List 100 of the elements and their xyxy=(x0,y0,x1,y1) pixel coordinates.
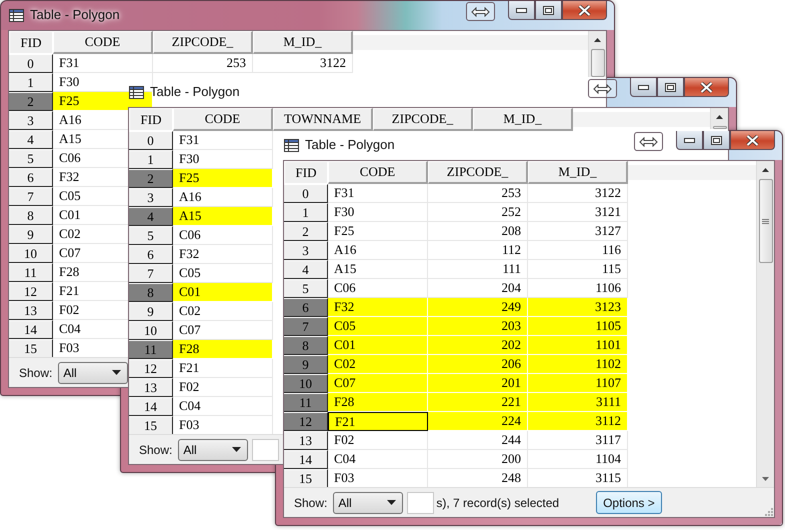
table-cell: 1104 xyxy=(528,450,628,469)
table-cell: 203 xyxy=(428,317,528,336)
column-header[interactable]: ZIPCODE_ xyxy=(373,108,473,131)
row-header[interactable]: 13 xyxy=(9,301,53,320)
row-header[interactable]: 13 xyxy=(129,378,173,397)
row-header[interactable]: 9 xyxy=(284,355,328,374)
row-header[interactable]: 6 xyxy=(284,298,328,317)
row-header[interactable]: 10 xyxy=(129,321,173,340)
row-header[interactable]: 8 xyxy=(129,283,173,302)
row-header[interactable]: 10 xyxy=(284,374,328,393)
show-dropdown[interactable]: All xyxy=(58,362,128,384)
table-cell: 3123 xyxy=(528,298,628,317)
table-cell: 3121 xyxy=(528,203,628,222)
table-cell: F31 xyxy=(173,131,273,150)
row-header[interactable]: 6 xyxy=(129,245,173,264)
column-header[interactable]: FID xyxy=(129,108,173,131)
table-cell: 112 xyxy=(428,241,528,260)
table-cell: 202 xyxy=(428,336,528,355)
row-header[interactable]: 1 xyxy=(9,73,53,92)
show-label: Show: xyxy=(139,442,172,456)
row-header[interactable]: 13 xyxy=(284,431,328,450)
table-cell: 3111 xyxy=(528,393,628,412)
row-header[interactable]: 0 xyxy=(9,54,53,73)
row-header[interactable]: 1 xyxy=(284,203,328,222)
row-header[interactable]: 0 xyxy=(284,184,328,203)
row-header[interactable]: 2 xyxy=(129,169,173,188)
column-header[interactable]: CODE xyxy=(53,31,153,54)
table-cell: 221 xyxy=(428,393,528,412)
row-header[interactable]: 9 xyxy=(9,225,53,244)
row-header[interactable]: 12 xyxy=(129,359,173,378)
show-dropdown[interactable]: All xyxy=(178,438,248,460)
column-header[interactable]: FID xyxy=(284,161,328,184)
row-header[interactable]: 5 xyxy=(284,279,328,298)
row-header[interactable]: 14 xyxy=(284,450,328,469)
table-cell: C06 xyxy=(173,226,273,245)
row-header[interactable]: 12 xyxy=(9,282,53,301)
row-header[interactable]: 3 xyxy=(284,241,328,260)
row-header[interactable]: 10 xyxy=(9,244,53,263)
row-header[interactable]: 15 xyxy=(129,416,173,434)
show-label: Show: xyxy=(294,496,328,510)
table-cell: 224 xyxy=(428,412,528,431)
options-button[interactable]: Options > xyxy=(596,491,662,514)
table-cell: 249 xyxy=(428,298,528,317)
row-header[interactable]: 14 xyxy=(9,320,53,339)
table-cell: F25 xyxy=(328,222,428,241)
table-cell: 252 xyxy=(428,203,528,222)
row-header[interactable]: 1 xyxy=(129,150,173,169)
row-header[interactable]: 12 xyxy=(284,412,328,431)
row-header[interactable]: 11 xyxy=(9,263,53,282)
row-header[interactable]: 3 xyxy=(9,111,53,130)
column-header[interactable]: M_ID_ xyxy=(528,161,628,184)
table-cell: C02 xyxy=(328,355,428,374)
table-cell: F28 xyxy=(173,340,273,359)
column-header[interactable]: TOWNNAME xyxy=(273,108,373,131)
row-header[interactable]: 4 xyxy=(284,260,328,279)
row-header[interactable]: 11 xyxy=(129,340,173,359)
table-cell: 1101 xyxy=(528,336,628,355)
table-cell: A16 xyxy=(328,241,428,260)
table-cell: 3112 xyxy=(528,412,628,431)
window-title: Table - Polygon xyxy=(30,7,120,22)
table-cell: 253 xyxy=(153,54,253,73)
row-header[interactable]: 2 xyxy=(9,92,53,111)
table-cell: C01 xyxy=(173,283,273,302)
row-header[interactable]: 3 xyxy=(129,188,173,207)
row-header[interactable]: 6 xyxy=(9,168,53,187)
row-header[interactable]: 8 xyxy=(9,206,53,225)
table-cell: F03 xyxy=(328,469,428,487)
table-cell: 3127 xyxy=(528,222,628,241)
table-cell: 1107 xyxy=(528,374,628,393)
row-header[interactable]: 8 xyxy=(284,336,328,355)
show-dropdown[interactable]: All xyxy=(333,492,404,514)
column-header[interactable]: ZIPCODE_ xyxy=(428,161,528,184)
table-cell: C04 xyxy=(173,397,273,416)
table-cell: C05 xyxy=(328,317,428,336)
row-header[interactable]: 5 xyxy=(129,226,173,245)
row-header[interactable]: 2 xyxy=(284,222,328,241)
row-header[interactable]: 11 xyxy=(284,393,328,412)
row-header[interactable]: 4 xyxy=(9,130,53,149)
column-header[interactable]: M_ID_ xyxy=(473,108,573,131)
row-header[interactable]: 4 xyxy=(129,207,173,226)
row-header[interactable]: 7 xyxy=(284,317,328,336)
table-cell: 1105 xyxy=(528,317,628,336)
table-cell: C04 xyxy=(328,450,428,469)
table-cell: 201 xyxy=(428,374,528,393)
column-header[interactable]: M_ID_ xyxy=(253,31,353,54)
column-header[interactable]: CODE xyxy=(173,108,273,131)
row-header[interactable]: 0 xyxy=(129,131,173,150)
row-header[interactable]: 7 xyxy=(129,264,173,283)
row-header[interactable]: 15 xyxy=(284,469,328,487)
table-cell: F30 xyxy=(328,203,428,222)
column-header[interactable]: FID xyxy=(9,31,53,54)
row-header[interactable]: 15 xyxy=(9,339,53,357)
column-header[interactable]: CODE xyxy=(328,161,428,184)
row-header[interactable]: 5 xyxy=(9,149,53,168)
row-header[interactable]: 14 xyxy=(129,397,173,416)
row-header[interactable]: 7 xyxy=(9,187,53,206)
window-title: Table - Polygon xyxy=(305,137,395,152)
table-cell: 111 xyxy=(428,260,528,279)
row-header[interactable]: 9 xyxy=(129,302,173,321)
column-header[interactable]: ZIPCODE_ xyxy=(153,31,253,54)
